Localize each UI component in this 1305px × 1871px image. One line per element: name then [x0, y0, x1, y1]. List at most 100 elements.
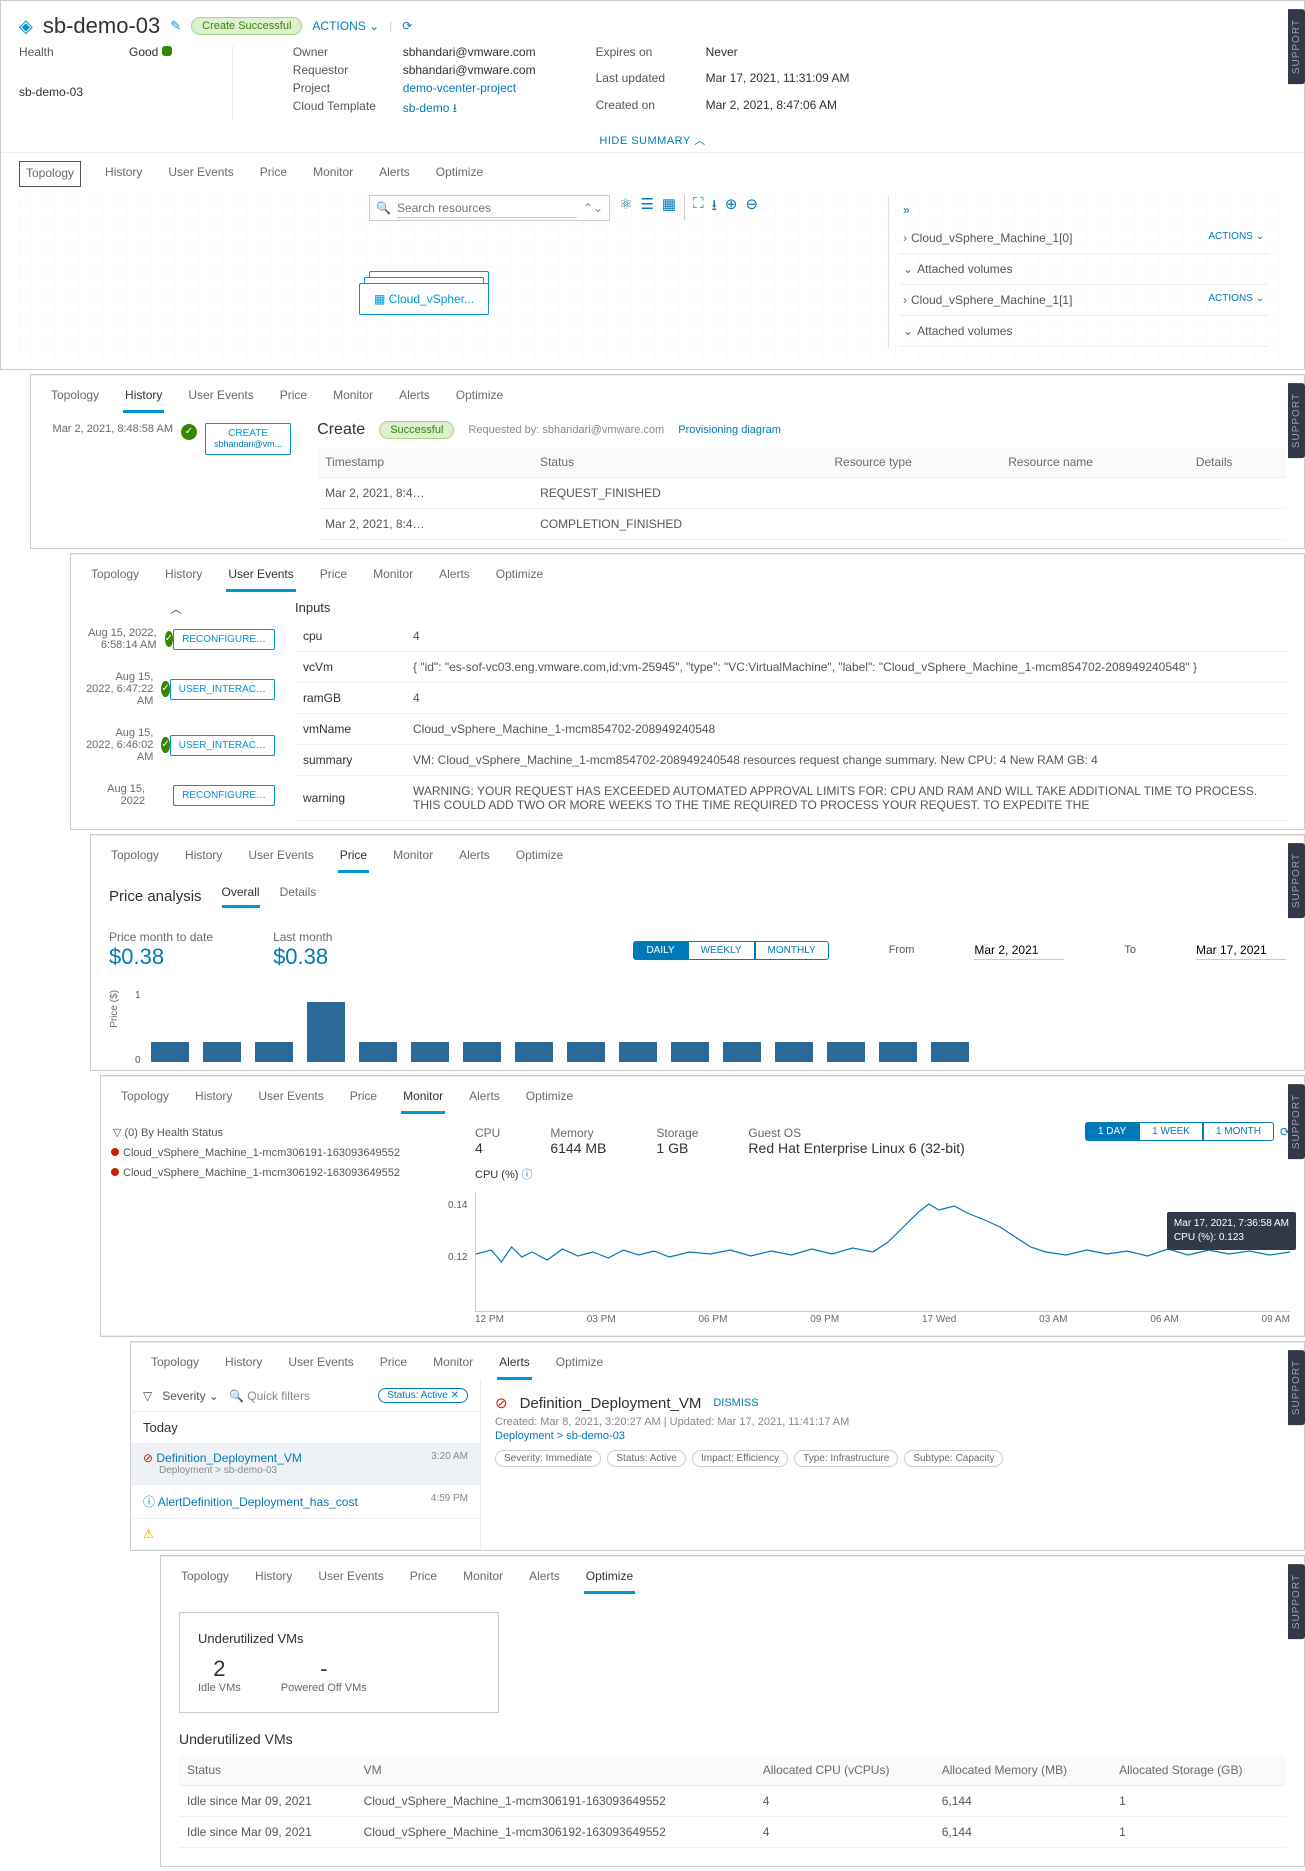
subtab-details[interactable]: Details — [280, 885, 317, 908]
tab-optimize[interactable]: Optimize — [434, 161, 485, 187]
project-link[interactable]: demo-vcenter-project — [403, 81, 536, 95]
zoom-in-icon[interactable]: ⊕ — [725, 195, 738, 220]
user-interact-event[interactable]: USER_INTERAC… — [170, 735, 275, 756]
search-resources[interactable]: 🔍 ⌃⌄ — [369, 195, 610, 221]
vm-list-item[interactable]: Cloud_vSphere_Machine_1-mcm306192-163093… — [109, 1163, 453, 1183]
user-interact-event[interactable]: USER_INTERAC… — [170, 679, 275, 700]
breadcrumb-link[interactable]: Deployment > sb-demo-03 — [495, 1430, 1290, 1442]
table-row[interactable]: Idle since Mar 09, 2021Cloud_vSphere_Mac… — [179, 1817, 1286, 1848]
tab-history[interactable]: History — [123, 384, 164, 413]
filter-icon[interactable]: ▽ — [143, 1389, 152, 1403]
tab-monitor[interactable]: Monitor — [311, 161, 355, 187]
status-dot-icon — [111, 1148, 119, 1156]
support-tab[interactable]: SUPPORT — [1288, 1350, 1305, 1425]
tab-user-events[interactable]: User Events — [186, 384, 255, 413]
tab-topology[interactable]: Topology — [49, 384, 101, 413]
info-icon[interactable]: ⓘ — [521, 1169, 532, 1181]
inputs-heading: Inputs — [295, 600, 1290, 615]
collapse-pane-icon[interactable]: » — [899, 197, 1268, 223]
history-create-title: Create — [317, 421, 365, 439]
event-create-button[interactable]: CREATEsbhandari@vm... — [205, 423, 291, 455]
tab-price[interactable]: Price — [258, 161, 289, 187]
memory-value: 6144 MB — [550, 1140, 606, 1156]
topology-node[interactable]: ▦ Cloud_vSpher... — [359, 283, 489, 315]
check-icon: ✓ — [165, 631, 174, 647]
health-filter[interactable]: ▽ (0) By Health Status — [109, 1122, 453, 1143]
price-last-month: $0.38 — [273, 944, 332, 970]
search-input[interactable] — [397, 199, 577, 218]
hide-summary-toggle[interactable]: HIDE SUMMARY ︿ — [1, 128, 1304, 152]
fit-icon[interactable]: ⛶ — [684, 195, 704, 220]
alert-item[interactable]: ⊘ Definition_Deployment_VM3:20 AM Deploy… — [131, 1443, 480, 1485]
support-tab[interactable]: SUPPORT — [1288, 1564, 1305, 1639]
alert-critical-icon: ⊘ — [495, 1394, 508, 1412]
tab-topology[interactable]: Topology — [19, 161, 81, 187]
tab-alerts[interactable]: Alerts — [377, 161, 412, 187]
subtab-overall[interactable]: Overall — [222, 885, 260, 908]
monitor-range-toggle[interactable]: 1 DAY 1 WEEK 1 MONTH — [1085, 1122, 1274, 1141]
resource-item[interactable]: ⌄Attached volumes — [899, 316, 1268, 347]
type-badge: Type: Infrastructure — [794, 1450, 898, 1467]
table-row[interactable]: Idle since Mar 09, 2021Cloud_vSphere_Mac… — [179, 1786, 1286, 1817]
from-date-input[interactable] — [974, 941, 1064, 960]
tab-alerts[interactable]: Alerts — [397, 384, 432, 413]
alert-item[interactable]: ⓘ AlertDefinition_Deployment_has_cost4:5… — [131, 1485, 480, 1519]
severity-filter[interactable]: Severity ⌄ — [162, 1389, 219, 1403]
resource-item[interactable]: ⌄Attached volumes — [899, 254, 1268, 285]
status-badge: Status: Active — [607, 1450, 686, 1467]
price-analysis-title: Price analysis — [109, 888, 202, 905]
alert-item[interactable]: ⚠ — [131, 1519, 480, 1550]
health-value: Good — [129, 45, 172, 81]
inputs-table: cpu4 vcVm{ "id": "es-sof-vc03.eng.vmware… — [295, 621, 1290, 821]
reconfigure-event[interactable]: RECONFIGURE… — [173, 629, 275, 650]
impact-badge: Impact: Efficiency — [692, 1450, 788, 1467]
underutilized-table: StatusVMAllocated CPU (vCPUs)Allocated M… — [179, 1755, 1286, 1848]
tab-history[interactable]: History — [103, 161, 144, 187]
quick-filters[interactable]: Quick filters — [247, 1389, 310, 1403]
chevron-up-down-icon[interactable]: ⌃⌄ — [577, 201, 609, 215]
reconfigure-event[interactable]: RECONFIGURE… — [173, 785, 275, 806]
tab-user-events[interactable]: User Events — [226, 563, 295, 592]
grid-icon[interactable]: ▦ — [662, 195, 676, 220]
check-icon: ✓ — [161, 737, 169, 753]
severity-badge: Severity: Immediate — [495, 1450, 601, 1467]
tab-price[interactable]: Price — [278, 384, 309, 413]
vm-list-item[interactable]: Cloud_vSphere_Machine_1-mcm306191-163093… — [109, 1143, 453, 1163]
cloud-template-link[interactable]: sb-demo ⭳ — [403, 99, 536, 120]
edit-icon[interactable]: ✎ — [170, 18, 181, 34]
support-tab[interactable]: SUPPORT — [1288, 843, 1305, 918]
resource-item[interactable]: ›Cloud_vSphere_Machine_1[0] ACTIONS ⌄ — [899, 223, 1268, 254]
tab-optimize[interactable]: Optimize — [584, 1565, 635, 1594]
health-dot-icon — [162, 46, 172, 56]
tab-monitor[interactable]: Monitor — [331, 384, 375, 413]
cpu-value: 4 — [475, 1140, 500, 1156]
tab-user-events[interactable]: User Events — [166, 161, 235, 187]
support-tab[interactable]: SUPPORT — [1288, 9, 1305, 84]
status-chip[interactable]: Status: Active ✕ — [378, 1388, 468, 1403]
support-tab[interactable]: SUPPORT — [1288, 1084, 1305, 1159]
table-row[interactable]: Mar 2, 2021, 8:4…REQUEST_FINISHED — [317, 478, 1286, 509]
tab-alerts[interactable]: Alerts — [497, 1351, 532, 1380]
actions-dropdown[interactable]: ACTIONS ⌄ — [312, 19, 379, 33]
tab-price[interactable]: Price — [338, 844, 369, 873]
to-date-input[interactable] — [1196, 941, 1286, 960]
status-pill: Create Successful — [191, 17, 302, 35]
provisioning-diagram-link[interactable]: Provisioning diagram — [678, 424, 781, 436]
refresh-icon[interactable]: ⟳ — [402, 19, 412, 33]
support-tab[interactable]: SUPPORT — [1288, 383, 1305, 458]
price-range-toggle[interactable]: DAILY WEEKLY MONTHLY — [633, 941, 828, 960]
collapse-icon[interactable]: ︿ — [77, 600, 275, 617]
tab-monitor[interactable]: Monitor — [401, 1085, 445, 1114]
tab-optimize[interactable]: Optimize — [454, 384, 505, 413]
health-label: Health — [19, 45, 129, 81]
resource-actions[interactable]: ACTIONS ⌄ — [1208, 293, 1264, 304]
resource-item[interactable]: ›Cloud_vSphere_Machine_1[1] ACTIONS ⌄ — [899, 285, 1268, 316]
download-icon[interactable]: ⭳ — [712, 195, 717, 220]
dismiss-link[interactable]: DISMISS — [713, 1397, 758, 1409]
zoom-out-icon[interactable]: ⊖ — [745, 195, 758, 220]
list-icon[interactable]: ☰ — [640, 195, 653, 220]
resource-actions[interactable]: ACTIONS ⌄ — [1208, 231, 1264, 242]
graph-icon[interactable]: ⚛ — [619, 195, 632, 220]
underutilized-summary: Underutilized VMs 2Idle VMs -Powered Off… — [179, 1612, 499, 1713]
table-row[interactable]: Mar 2, 2021, 8:4…COMPLETION_FINISHED — [317, 509, 1286, 540]
